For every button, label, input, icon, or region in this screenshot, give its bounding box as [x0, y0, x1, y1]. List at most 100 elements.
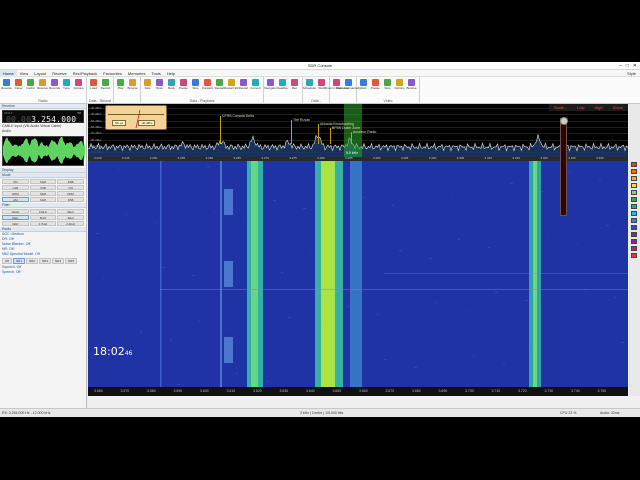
filter-button-6khz[interactable]: 6kHz: [2, 215, 29, 220]
close-icon[interactable]: ✕: [633, 63, 637, 69]
ribbon-button-convert[interactable]: Convert: [250, 79, 261, 97]
filter-button-27khz[interactable]: 2.7kHz: [29, 221, 57, 226]
ribbon-button-restart-ec[interactable]: Restart EC: [224, 79, 239, 97]
mode-button-drm[interactable]: DRM: [57, 191, 84, 196]
filter-button-10khz[interactable]: 10kHz: [29, 209, 57, 214]
mode-button-nfm[interactable]: NFM: [29, 191, 57, 196]
style-menu[interactable]: Style: [627, 70, 636, 77]
mode-button-cw[interactable]: CW: [57, 185, 84, 190]
ribbon-button-browse[interactable]: Browse: [406, 79, 417, 97]
ribbon-button-rec[interactable]: Rec: [289, 79, 300, 97]
menu-item-home[interactable]: Home: [0, 70, 17, 77]
spectrum-control-zoom[interactable]: Zoom: [608, 104, 628, 111]
station-marker-label[interactable]: CFRB Canada Delta: [222, 114, 254, 118]
nr-button-nr3[interactable]: NR3: [38, 258, 51, 264]
spectrum-control-low[interactable]: Low: [572, 104, 589, 111]
frequency-display[interactable]: VFO 1 TX 00.003.254.000: [2, 110, 84, 124]
station-marker[interactable]: [291, 120, 292, 144]
ribbon-button-satellite[interactable]: Satellite: [277, 79, 288, 97]
menu-item-receive[interactable]: Receive: [49, 70, 69, 77]
ribbon-button-start[interactable]: Start: [358, 79, 369, 97]
ribbon-group: Navigator Satellite Rec: [264, 77, 303, 104]
ribbon-icon: [129, 79, 136, 86]
spectrum-display[interactable]: -30 dBm -40 dBm -50 dBm -60 dBm -70 dBm -80 d…: [88, 104, 628, 157]
menu-item-layout[interactable]: Layout: [31, 70, 49, 77]
nr-button-nr4[interactable]: NR4: [52, 258, 65, 264]
menu-item-view[interactable]: View: [17, 70, 32, 77]
ribbon-button-navigator[interactable]: Navigator: [264, 79, 277, 97]
color-bar-segment: [631, 218, 637, 223]
ribbon-button-play[interactable]: Play: [115, 79, 126, 97]
waterfall-noise: [429, 258, 432, 259]
ribbon-button-stop[interactable]: Stop: [190, 79, 201, 97]
filter-button-5khz[interactable]: 5kHz: [29, 215, 57, 220]
mode-button-dsb[interactable]: DSB: [57, 179, 84, 184]
ribbon-button-pause[interactable]: Pause: [178, 79, 189, 97]
ribbon-button-records[interactable]: Records: [49, 79, 60, 97]
overview-axis[interactable]: 3.560 3.570 3.580 3.590 3.600 3.610 3.620 3.630…: [88, 387, 628, 396]
gain-slider-knob[interactable]: [560, 117, 568, 125]
spectrum-control-high[interactable]: High: [590, 104, 608, 111]
waterfall-noise: [155, 222, 157, 223]
ribbon-button-record[interactable]: Record: [100, 79, 111, 97]
filter-button-24khz[interactable]: 2.4kHz: [57, 221, 84, 226]
ribbon-button-options[interactable]: Options: [73, 79, 84, 97]
menu-item-help[interactable]: Help: [164, 70, 178, 77]
mode-button-sam[interactable]: SAM: [29, 197, 57, 202]
station-marker[interactable]: [351, 132, 352, 144]
station-marker[interactable]: [318, 124, 319, 144]
nr-button-nr2[interactable]: NR2: [25, 258, 38, 264]
ribbon-button-pause[interactable]: Pause: [370, 79, 381, 97]
nr-button-off[interactable]: Off: [2, 258, 12, 264]
station-marker[interactable]: [330, 128, 331, 144]
spectrum-control-scale[interactable]: Scale...: [549, 104, 572, 111]
ribbon-button-cache[interactable]: Cache: [25, 79, 36, 97]
mode-button-usb[interactable]: USB: [29, 185, 57, 190]
mode-button-dsb[interactable]: DSB: [57, 197, 84, 202]
mode-button-am[interactable]: AM: [2, 179, 29, 184]
filter-button-8khz[interactable]: 8kHz: [57, 209, 84, 214]
ribbon-button-label: Stop: [192, 86, 199, 90]
mode-button-wfm[interactable]: WFM: [2, 191, 29, 196]
menu-item-favourites[interactable]: Favourites: [100, 70, 125, 77]
minimize-icon[interactable]: –: [619, 63, 622, 69]
menu-item-tools[interactable]: Tools: [148, 70, 163, 77]
ribbon-button-close[interactable]: Close: [13, 79, 24, 97]
ribbon-button-load[interactable]: Load: [88, 79, 99, 97]
menu-item-recplayback[interactable]: Rec/Playback: [70, 70, 100, 77]
ribbon-button-stop[interactable]: Stop: [382, 79, 393, 97]
mode-button-am[interactable]: AM: [2, 197, 29, 202]
audio-label: Audio: [2, 129, 11, 133]
ribbon-button-receive[interactable]: Receive: [37, 79, 48, 97]
ribbon-button-start-automatically[interactable]: Start automatically: [336, 79, 361, 97]
maximize-icon[interactable]: □: [626, 63, 629, 69]
nr-button-nr1[interactable]: NR1: [12, 258, 25, 264]
ribbon-button-restart[interactable]: Restart: [238, 79, 249, 97]
status-audio: Audio: 32ms: [600, 411, 620, 415]
ribbon-button-back[interactable]: Back: [166, 79, 177, 97]
ribbon-button-tune[interactable]: Tune: [61, 79, 72, 97]
nr-button-nr5[interactable]: NR5: [65, 258, 78, 264]
ribbon-button-forward[interactable]: Forward: [202, 79, 213, 97]
ribbon-button-receive[interactable]: Receive: [1, 79, 12, 97]
waterfall-burst: [224, 261, 233, 287]
mode-button-sam[interactable]: SAM: [29, 179, 57, 184]
waterfall-display[interactable]: 18:0246: [88, 161, 628, 387]
speech-link[interactable]: Speech: Off: [0, 270, 86, 275]
station-marker[interactable]: [220, 116, 221, 144]
mode-button-lsb[interactable]: LSB: [2, 185, 29, 190]
station-marker-label[interactable]: Amateur Radio: [353, 130, 376, 134]
ribbon-button-fast[interactable]: Fast: [142, 79, 153, 97]
ribbon-button-scheduler[interactable]: Scheduler: [303, 79, 316, 97]
ribbon-button-open[interactable]: Open: [154, 79, 165, 97]
menu-item-memories[interactable]: Memories: [125, 70, 149, 77]
filter-button-3khz[interactable]: 3kHz: [2, 221, 29, 226]
ribbon-button-options[interactable]: Options: [394, 79, 405, 97]
ribbon-button-browse[interactable]: Browse: [127, 79, 138, 97]
station-marker-label[interactable]: The Ruvan: [293, 118, 310, 122]
center-bandwidth-label: 5.0 kHz: [346, 151, 358, 155]
filter-button-4khz[interactable]: 4kHz: [57, 215, 84, 220]
waterfall-noise: [606, 225, 609, 226]
filter-button-12khz[interactable]: 12kHz: [2, 209, 29, 214]
gain-slider[interactable]: [560, 117, 568, 216]
